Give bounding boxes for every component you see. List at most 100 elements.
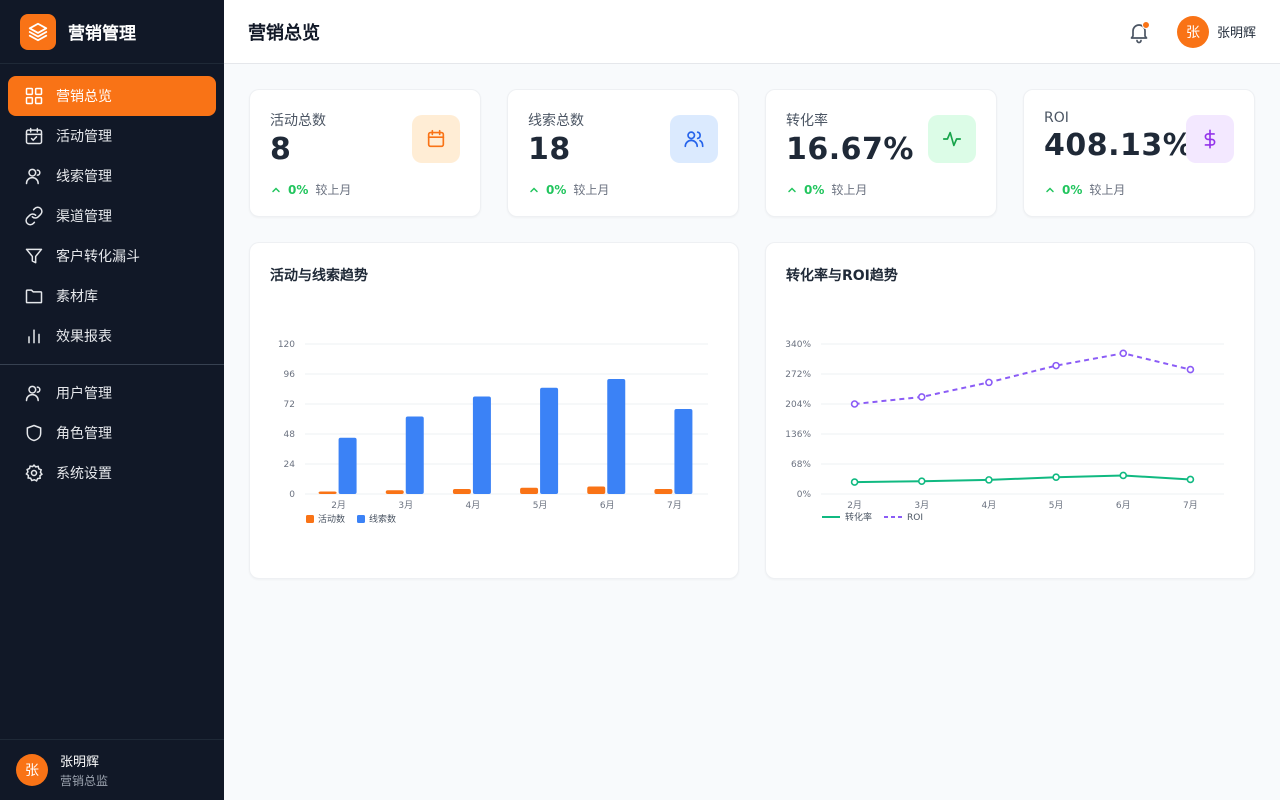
- funnel-icon: [25, 248, 43, 264]
- sidebar-item-label: 角色管理: [56, 426, 112, 442]
- y-tick-label: 48: [284, 430, 296, 440]
- legend-label: 线索数: [369, 513, 396, 525]
- series-line: [854, 352, 1191, 405]
- sidebar-item-users[interactable]: 用户管理: [8, 373, 216, 413]
- notification-dot: [1141, 20, 1150, 29]
- sidebar-item-leads[interactable]: 线索管理: [8, 156, 216, 196]
- x-tick-label: 7月: [667, 500, 682, 511]
- x-tick-label: 4月: [982, 500, 997, 511]
- bar-chart: 0 24 48 72 96 120 2月 3月 4月 5月 6月 7月活动数 线索数: [278, 340, 708, 525]
- user-manage-icon: [25, 385, 41, 402]
- folder-icon: [25, 289, 43, 304]
- sidebar-item-reports[interactable]: 效果报表: [8, 316, 216, 356]
- x-tick-label: 7月: [1183, 500, 1198, 511]
- data-point: [917, 477, 926, 486]
- bar: [405, 416, 424, 494]
- data-point: [985, 378, 993, 387]
- brand: 营销管理: [0, 0, 224, 64]
- stat-change: 0%: [546, 182, 567, 197]
- bar: [452, 489, 471, 494]
- sidebar-item-funnel[interactable]: 客户转化漏斗: [8, 236, 216, 276]
- link-icon: [25, 206, 43, 226]
- user-icon: [25, 168, 41, 185]
- legend-label: 转化率: [845, 511, 872, 523]
- sidebar-item-channels[interactable]: 渠道管理: [8, 196, 216, 236]
- sidebar-divider: [0, 364, 224, 365]
- page-title: 营销总览: [248, 22, 320, 44]
- data-point: [1052, 361, 1060, 370]
- avatar: 张: [16, 754, 48, 786]
- sidebar-item-settings[interactable]: 系统设置: [8, 453, 216, 493]
- bar: [654, 489, 673, 494]
- sidebar-item-label: 效果报表: [56, 329, 112, 345]
- sidebar-item-roles[interactable]: 角色管理: [8, 413, 216, 453]
- dashboard-icon: [25, 87, 43, 105]
- stat-change: 0%: [288, 182, 309, 197]
- users-icon: [670, 115, 718, 163]
- data-point: [850, 478, 859, 486]
- sidebar-user-role: 营销总监: [60, 774, 109, 788]
- bar: [472, 396, 491, 494]
- sidebar: 营销管理 营销总览 活动管理 线索管理 渠道管理 客户转化漏斗 素材库 效果报表…: [0, 0, 224, 800]
- bar: [338, 437, 357, 494]
- chart-card-conversion-roi: 转化率与ROI趋势 0% 68% 136% 204% 272% 340% 2月 3月 4月 5月 6…: [765, 242, 1255, 579]
- data-point: [850, 400, 859, 408]
- stat-compare: 较上月: [831, 183, 868, 197]
- calendar-icon: [412, 115, 460, 163]
- sidebar-item-campaigns[interactable]: 活动管理: [8, 116, 216, 156]
- x-tick-label: 2月: [331, 500, 346, 511]
- gear-icon: [25, 463, 43, 482]
- data-point: [1052, 473, 1060, 482]
- sidebar-user-name: 张明辉: [60, 755, 100, 770]
- x-tick-label: 5月: [533, 500, 548, 511]
- activity-icon: [928, 115, 976, 163]
- stat-card-conversion: 转化率 16.67% 0% 较上月: [765, 89, 997, 217]
- y-tick-label: 96: [284, 370, 296, 380]
- calendar-check-icon: [25, 127, 43, 145]
- sidebar-nav: 营销总览 活动管理 线索管理 渠道管理 客户转化漏斗 素材库 效果报表 用户管理…: [0, 64, 224, 493]
- arrow-up-icon: [530, 186, 538, 192]
- y-tick-label: 136%: [785, 430, 811, 440]
- sidebar-user[interactable]: 张 张明辉 营销总监: [0, 739, 224, 800]
- stat-compare: 较上月: [315, 183, 352, 197]
- bar: [607, 379, 626, 494]
- x-tick-label: 6月: [600, 500, 615, 511]
- stat-compare: 较上月: [1089, 183, 1126, 197]
- x-tick-label: 4月: [466, 500, 481, 511]
- dollar-icon: [1186, 115, 1234, 163]
- data-point: [1186, 365, 1195, 374]
- stat-card-leads: 线索总数 18 0% 较上月: [507, 89, 739, 217]
- x-tick-label: 2月: [847, 500, 862, 511]
- arrow-up-icon: [788, 186, 796, 192]
- y-tick-label: 24: [284, 460, 296, 470]
- notification-button[interactable]: [1127, 20, 1151, 44]
- header-user-name: 张明辉: [1216, 26, 1256, 41]
- x-tick-label: 6月: [1116, 500, 1131, 511]
- avatar: 张: [1176, 15, 1209, 48]
- stat-compare: 较上月: [573, 183, 610, 197]
- y-tick-label: 0: [289, 490, 295, 500]
- sidebar-item-label: 线索管理: [56, 169, 112, 185]
- sidebar-item-label: 客户转化漏斗: [56, 249, 140, 265]
- bar: [385, 490, 404, 494]
- legend-swatch: [357, 515, 365, 523]
- stat-card-roi: ROI 408.13% 0% 较上月: [1023, 89, 1255, 217]
- y-tick-label: 340%: [785, 340, 811, 350]
- brand-name: 营销管理: [68, 24, 136, 44]
- layers-icon: [20, 13, 56, 50]
- sidebar-item-assets[interactable]: 素材库: [8, 276, 216, 316]
- y-tick-label: 68%: [791, 460, 811, 470]
- x-tick-label: 5月: [1049, 500, 1064, 511]
- legend-swatch: [306, 515, 314, 523]
- y-tick-label: 72: [284, 400, 295, 410]
- header-user-menu[interactable]: 张 张明辉: [1176, 15, 1256, 48]
- sidebar-item-overview[interactable]: 营销总览: [8, 76, 216, 116]
- arrow-up-icon: [1046, 186, 1054, 192]
- sidebar-item-label: 用户管理: [56, 386, 112, 402]
- y-tick-label: 204%: [785, 400, 811, 410]
- legend-label: ROI: [907, 513, 923, 523]
- stat-change: 0%: [1062, 182, 1083, 197]
- line-chart: 0% 68% 136% 204% 272% 340% 2月 3月 4月 5月 6月 7月转化率 ROI: [785, 340, 1224, 523]
- sidebar-item-label: 活动管理: [56, 129, 112, 145]
- x-tick-label: 3月: [914, 500, 929, 511]
